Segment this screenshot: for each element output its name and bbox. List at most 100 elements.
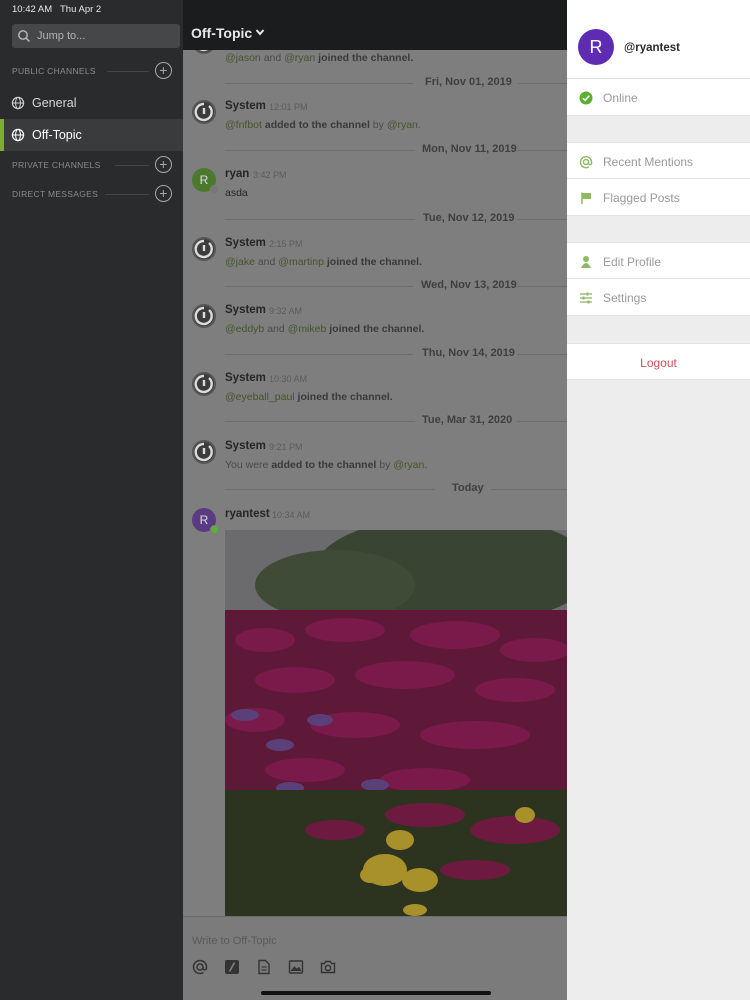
message-composer: Write to Off-Topic (183, 916, 567, 1000)
status-bar: 10:42 AM Thu Apr 2 (0, 0, 567, 18)
post-author[interactable]: System (225, 237, 266, 249)
message-text: @fnfbot added to the channel by @ryan. (225, 119, 421, 131)
edit-profile-label: Edit Profile (603, 255, 662, 269)
post-time: 3:42 PM (253, 170, 287, 180)
camera-icon[interactable] (320, 959, 336, 975)
flag-icon (581, 192, 591, 204)
direct-messages-header: DIRECT MESSAGES + (12, 184, 180, 204)
at-sign-icon (579, 156, 593, 169)
logout-button[interactable]: Logout (567, 343, 750, 380)
settings-label: Settings (603, 291, 647, 305)
flagged-posts-item[interactable]: Flagged Posts (567, 179, 750, 216)
date-separator: Fri, Nov 01, 2019 (183, 76, 567, 90)
date-separator: Thu, Nov 14, 2019 (183, 347, 567, 361)
post-partial: @jason and @ryan joined the channel. (183, 50, 567, 64)
direct-messages-label: DIRECT MESSAGES (12, 189, 99, 199)
settings-drawer: R @ryantest Online Recent Mentions Flagg… (567, 0, 750, 1000)
message-list[interactable]: @jason and @ryan joined the channel. Fri… (183, 50, 567, 916)
edit-profile-item[interactable]: Edit Profile (567, 242, 750, 279)
active-indicator (0, 119, 4, 151)
divider (105, 194, 149, 195)
system-avatar (192, 237, 216, 261)
post-time: 12:01 PM (269, 102, 308, 112)
post-author[interactable]: System (225, 304, 266, 316)
home-indicator (261, 991, 491, 995)
at-mention-icon[interactable] (192, 959, 208, 975)
post-time: 9:21 PM (269, 442, 303, 452)
divider (107, 71, 149, 72)
system-avatar (192, 100, 216, 124)
post-time: 9:32 AM (269, 306, 303, 316)
channel-view: Off-Topic @jason and @ryan joined the ch… (183, 0, 567, 1000)
file-attach-icon[interactable] (256, 959, 272, 975)
post-author[interactable]: System (225, 100, 266, 112)
date-separator: Tue, Nov 12, 2019 (183, 212, 567, 226)
system-avatar (192, 304, 216, 328)
message-text: @eddyb and @mikeb joined the channel. (225, 323, 425, 335)
message-text: asda (225, 187, 248, 199)
post-time: 2:15 PM (269, 239, 303, 249)
post-time: 10:34 AM (272, 510, 311, 520)
settings-item[interactable]: Settings (567, 279, 750, 316)
jump-to-placeholder: Jump to... (37, 30, 86, 42)
avatar[interactable]: R (192, 508, 219, 534)
drawer-username: @ryantest (624, 42, 680, 54)
image-attachment[interactable] (225, 530, 567, 916)
drawer-profile: R @ryantest (567, 0, 750, 79)
channel-title[interactable]: Off-Topic (191, 25, 252, 41)
message-text: You were added to the channel by @ryan. (225, 459, 428, 471)
globe-icon (11, 128, 25, 142)
post-author[interactable]: ryantest (225, 508, 270, 520)
sidebar-item-label: Off-Topic (32, 128, 82, 142)
system-avatar (192, 440, 216, 464)
status-dot (210, 185, 219, 194)
recent-mentions-item[interactable]: Recent Mentions (567, 142, 750, 179)
post-author[interactable]: System (225, 372, 266, 384)
date-separator: Today (183, 482, 567, 496)
public-channels-header: PUBLIC CHANNELS + (12, 61, 180, 81)
system-avatar (192, 50, 216, 54)
post-time: 10:30 AM (269, 374, 308, 384)
divider (115, 165, 149, 166)
date-separator: Mon, Nov 11, 2019 (183, 143, 567, 157)
status-online-item[interactable]: Online (567, 79, 750, 116)
jump-to-search[interactable]: Jump to... (12, 24, 180, 48)
status-label: Online (603, 91, 638, 105)
system-avatar (192, 372, 216, 396)
logout-label: Logout (640, 356, 677, 370)
channel-sidebar: Jump to... PUBLIC CHANNELS + General Off… (0, 0, 183, 1000)
image-attach-icon[interactable] (288, 959, 304, 975)
sidebar-item-label: General (32, 96, 77, 110)
add-private-channel-button[interactable]: + (155, 156, 172, 173)
date-separator: Wed, Nov 13, 2019 (183, 279, 567, 293)
status-dot (210, 525, 219, 534)
post-author[interactable]: ryan (225, 168, 249, 180)
public-channels-label: PUBLIC CHANNELS (12, 66, 96, 76)
sidebar-item-general[interactable]: General (0, 87, 183, 119)
settings-sliders-icon (580, 292, 592, 304)
status-date: Thu Apr 2 (60, 4, 102, 15)
message-input[interactable]: Write to Off-Topic (192, 935, 277, 947)
message-text: @eyeball_paul joined the channel. (225, 391, 393, 403)
flagged-posts-label: Flagged Posts (603, 191, 680, 205)
add-direct-message-button[interactable]: + (155, 185, 172, 202)
message-text: @jason and @ryan joined the channel. (225, 52, 414, 64)
sidebar-item-off-topic[interactable]: Off-Topic (0, 119, 183, 151)
message-text: @jake and @martinp joined the channel. (225, 256, 422, 268)
search-icon (18, 30, 31, 43)
chevron-down-icon[interactable] (255, 27, 265, 37)
globe-icon (11, 96, 25, 110)
private-channels-header: PRIVATE CHANNELS + (12, 155, 180, 175)
status-time: 10:42 AM (12, 4, 53, 15)
recent-mentions-label: Recent Mentions (603, 155, 694, 169)
post-author[interactable]: System (225, 440, 266, 452)
add-public-channel-button[interactable]: + (155, 62, 172, 79)
check-circle-icon (579, 91, 593, 105)
private-channels-label: PRIVATE CHANNELS (12, 160, 101, 170)
date-separator: Tue, Mar 31, 2020 (183, 414, 567, 428)
avatar[interactable]: R (192, 168, 219, 194)
slash-command-icon[interactable] (224, 959, 240, 975)
person-icon (581, 256, 591, 268)
avatar[interactable]: R (578, 29, 614, 65)
post-ryan: R ryan 3:42 PM asda (183, 168, 567, 218)
